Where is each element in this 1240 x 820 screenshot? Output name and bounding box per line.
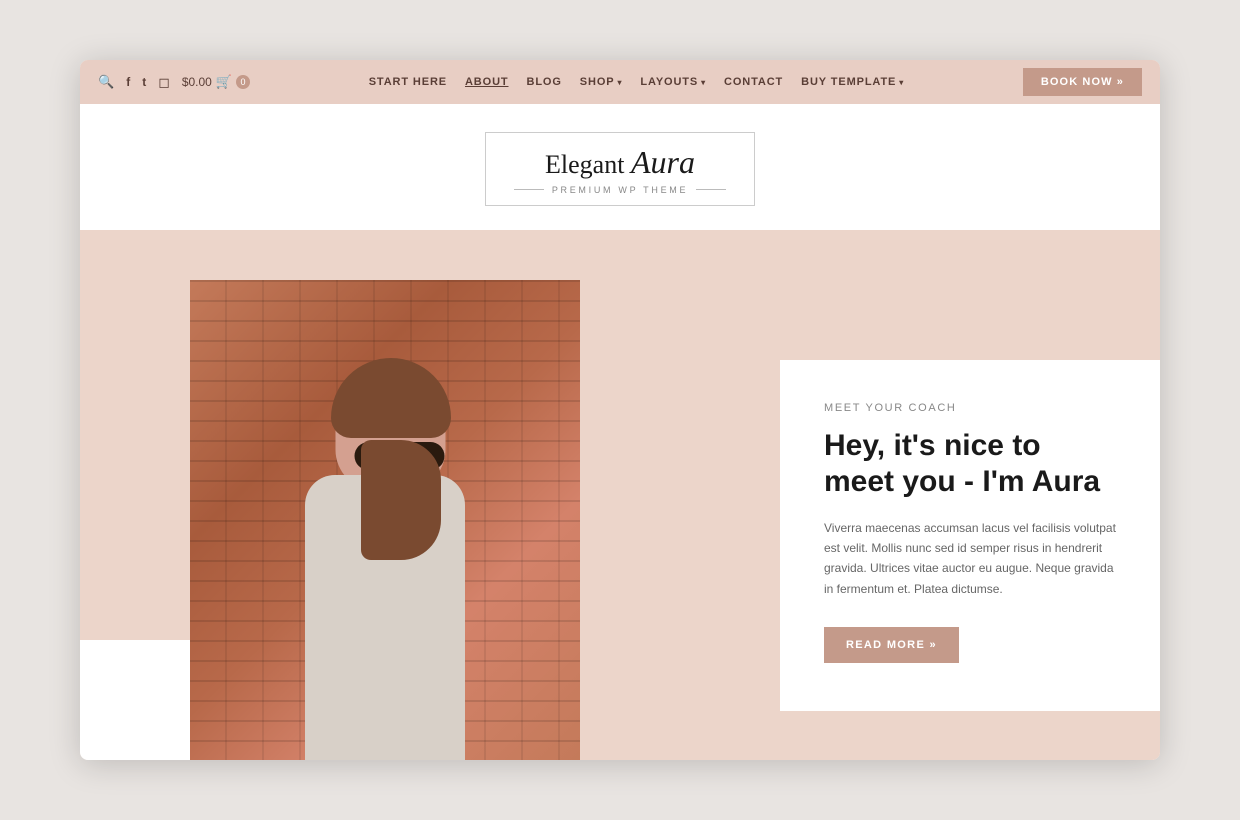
cart-badge: 0: [236, 75, 250, 89]
nav-blog[interactable]: BLOG: [527, 76, 562, 88]
hero-photo: [190, 280, 580, 760]
nav-start-here[interactable]: START HERE: [369, 76, 447, 88]
photo-wrapper: [190, 280, 580, 760]
meet-description: Viverra maecenas accumsan lacus vel faci…: [824, 518, 1116, 600]
shop-dropdown-arrow: ▾: [618, 78, 623, 87]
text-card: MEET YOUR COACH Hey, it's nice to meet y…: [780, 360, 1160, 712]
cart-icon[interactable]: 🛒: [216, 74, 232, 90]
logo-subtitle: PREMIUM WP THEME: [514, 185, 726, 195]
layouts-dropdown-arrow: ▾: [701, 78, 706, 87]
logo-elegant: Elegant: [545, 150, 624, 179]
instagram-icon[interactable]: ◻: [158, 74, 170, 91]
person-silhouette: [255, 340, 515, 760]
search-icon[interactable]: 🔍: [98, 74, 114, 90]
hair-top: [331, 358, 451, 438]
top-bar-nav: START HERE ABOUT BLOG SHOP ▾ LAYOUTS ▾ C…: [369, 76, 904, 88]
logo-script: Aura: [631, 144, 695, 180]
nav-layouts[interactable]: LAYOUTS ▾: [640, 76, 706, 88]
main-content: MEET YOUR COACH Hey, it's nice to meet y…: [80, 230, 1160, 760]
book-now-button[interactable]: BOOK NOW »: [1023, 68, 1142, 96]
nav-shop[interactable]: SHOP ▾: [580, 76, 623, 88]
top-bar-left: 🔍 f t ◻ $0.00 🛒 0: [98, 74, 250, 91]
nav-about[interactable]: ABOUT: [465, 76, 509, 88]
browser-window: 🔍 f t ◻ $0.00 🛒 0 START HERE ABOUT BLOG …: [80, 60, 1160, 759]
logo-box: Elegant Aura PREMIUM WP THEME: [485, 132, 755, 205]
nav-buy-template[interactable]: BUY TEMPLATE ▾: [801, 76, 904, 88]
logo-text: Elegant Aura: [514, 145, 726, 180]
content-layout: MEET YOUR COACH Hey, it's nice to meet y…: [80, 280, 1160, 760]
white-bottom-left: [80, 640, 190, 760]
buy-template-dropdown-arrow: ▾: [899, 78, 904, 87]
logo-area: Elegant Aura PREMIUM WP THEME: [80, 104, 1160, 229]
cart-price: $0.00 🛒 0: [182, 74, 250, 90]
hair-long: [361, 440, 441, 560]
price-value: $0.00: [182, 75, 212, 89]
meet-label: MEET YOUR COACH: [824, 402, 1116, 414]
facebook-icon[interactable]: f: [126, 75, 130, 89]
read-more-button[interactable]: READ MORE »: [824, 627, 959, 663]
meet-title: Hey, it's nice to meet you - I'm Aura: [824, 428, 1116, 500]
nav-contact[interactable]: CONTACT: [724, 76, 783, 88]
top-bar: 🔍 f t ◻ $0.00 🛒 0 START HERE ABOUT BLOG …: [80, 60, 1160, 104]
twitter-icon[interactable]: t: [142, 75, 146, 89]
